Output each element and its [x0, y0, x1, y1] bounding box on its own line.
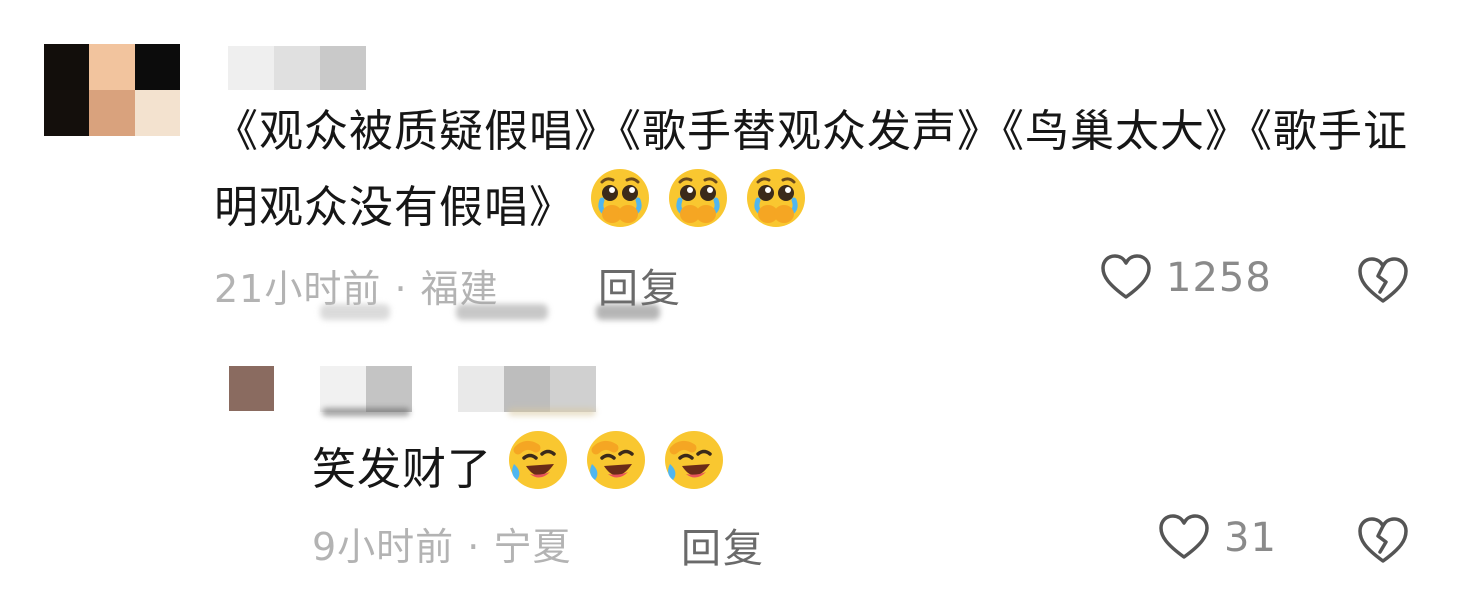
like-count: 1258 — [1166, 255, 1272, 301]
heart-outline-icon — [1159, 514, 1209, 559]
laughing-crying-emoji — [509, 431, 567, 489]
pleading-crying-emoji — [669, 169, 727, 227]
laughing-crying-emoji — [587, 431, 645, 489]
broken-heart-icon[interactable] — [1354, 512, 1412, 570]
username-blurred[interactable] — [320, 366, 596, 412]
blur-smudge — [322, 408, 410, 416]
reply-text: 笑发财了 — [312, 428, 912, 504]
reply-meta: 9小时前 · 宁夏 — [312, 516, 571, 571]
reply-location: 宁夏 — [493, 525, 572, 569]
blur-smudge — [508, 408, 596, 416]
like-button[interactable]: 31 — [1156, 510, 1277, 566]
username-blurred[interactable] — [228, 46, 366, 90]
blur-smudge — [320, 304, 390, 320]
heart-outline-icon — [1101, 254, 1151, 299]
reply-body: 笑发财了 — [312, 444, 492, 495]
pleading-crying-emoji — [747, 169, 805, 227]
avatar[interactable] — [44, 44, 180, 136]
pleading-crying-emoji — [591, 169, 649, 227]
avatar[interactable] — [229, 366, 274, 411]
blur-smudge — [456, 304, 548, 320]
laughing-crying-emoji — [665, 431, 723, 489]
meta-separator: · — [454, 525, 494, 569]
comment-text: 《观众被质疑假唱》《歌手替观众发声》《鸟巢太大》《歌手证明观众没有假唱》 — [214, 98, 1414, 242]
comment-body: 《观众被质疑假唱》《歌手替观众发声》《鸟巢太大》《歌手证明观众没有假唱》 — [214, 106, 1408, 233]
reply-time: 9小时前 — [312, 525, 455, 569]
blur-smudge — [596, 304, 660, 320]
reply-button[interactable]: 回复 — [681, 516, 765, 574]
like-button[interactable]: 1258 — [1098, 250, 1272, 306]
broken-heart-icon[interactable] — [1354, 252, 1412, 310]
like-count: 31 — [1224, 515, 1277, 561]
